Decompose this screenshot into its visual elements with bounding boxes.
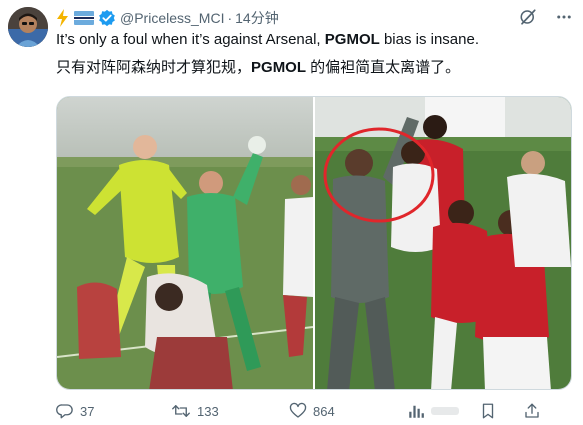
top-actions — [519, 8, 573, 31]
views-button[interactable] — [407, 402, 479, 420]
avatar[interactable] — [8, 7, 48, 47]
post-text-english: It’s only a foul when it’s against Arsen… — [56, 30, 479, 50]
repost-count: 133 — [197, 403, 219, 419]
share-button[interactable] — [523, 402, 553, 420]
reply-icon — [56, 404, 73, 419]
like-button[interactable]: 864 — [289, 402, 407, 420]
author-handle[interactable]: @Priceless_MCI — [120, 10, 224, 26]
post-media[interactable] — [56, 96, 572, 390]
media-image-left[interactable] — [57, 97, 314, 389]
tweet-card[interactable]: @Priceless_MCI · 14分钟 It’s only a foul w… — [0, 0, 583, 425]
media-image-right[interactable] — [315, 97, 571, 389]
more-icon[interactable] — [555, 8, 573, 31]
separator-dot: · — [227, 10, 233, 26]
share-icon — [525, 403, 539, 418]
post-text-zh-suffix: 的偏袒简直太离谱了。 — [306, 59, 461, 76]
action-bar: 37 133 864 — [56, 401, 572, 421]
post-text-zh-prefix: 只有对阵阿森纳时才算犯规， — [56, 59, 252, 76]
reply-button[interactable]: 37 — [56, 402, 171, 420]
grok-icon[interactable] — [519, 8, 537, 31]
views-icon — [409, 405, 424, 418]
reply-count: 37 — [80, 403, 95, 419]
post-text-en-suffix: bias is insane. — [379, 31, 480, 48]
post-text-zh-bold: PGMOL — [251, 59, 307, 76]
post-text-chinese: 只有对阵阿森纳时才算犯规，PGMOL 的偏袒简直太离谱了。 — [56, 58, 460, 78]
post-text-en-bold: PGMOL — [324, 31, 380, 48]
lightning-badge-icon — [56, 9, 70, 27]
flag-badge-icon — [74, 11, 94, 25]
like-icon — [289, 402, 307, 418]
verified-icon — [98, 9, 116, 27]
repost-icon — [172, 405, 190, 417]
like-count: 864 — [313, 403, 335, 419]
views-count-placeholder — [431, 407, 459, 415]
bookmark-button[interactable] — [479, 402, 523, 420]
post-text-en-prefix: It’s only a foul when it’s against Arsen… — [56, 31, 325, 48]
repost-button[interactable]: 133 — [171, 402, 289, 420]
post-time[interactable]: 14分钟 — [235, 8, 279, 28]
tweet-header: @Priceless_MCI · 14分钟 — [56, 8, 279, 28]
bookmark-icon — [482, 403, 494, 419]
